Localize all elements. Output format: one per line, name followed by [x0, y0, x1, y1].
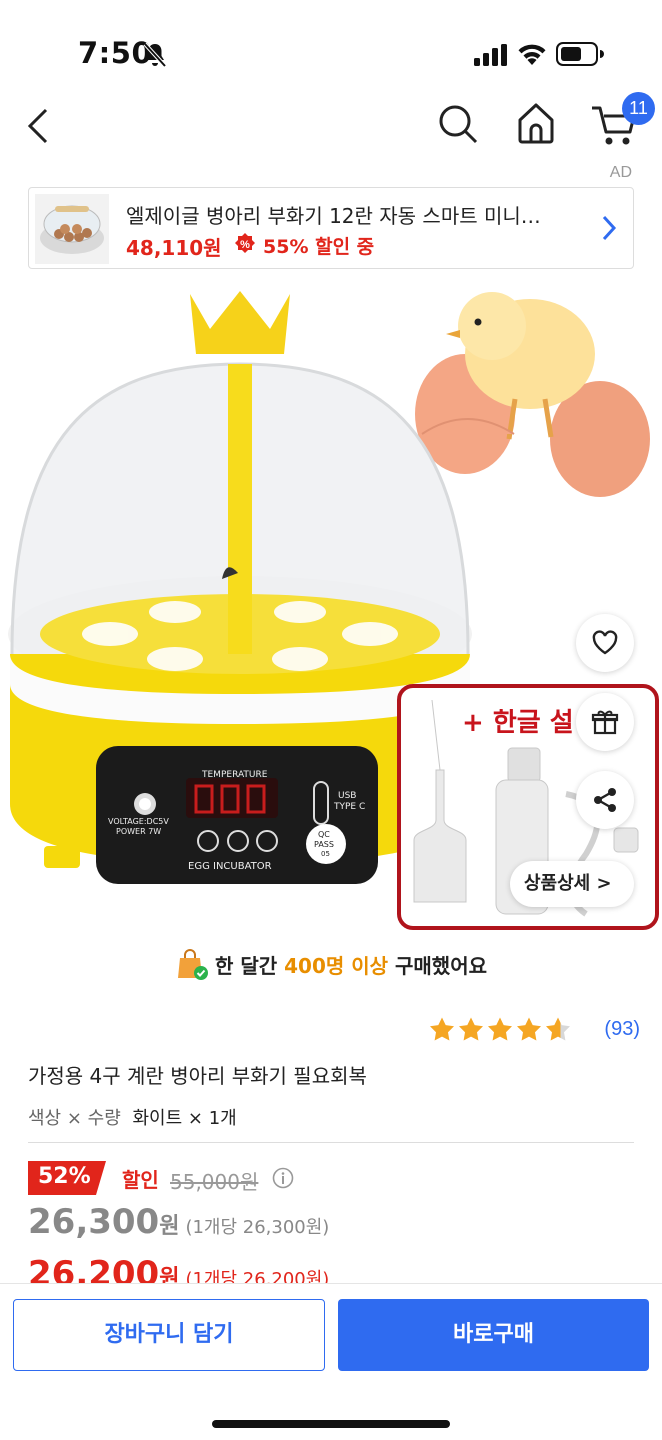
half-star-icon — [546, 1017, 570, 1041]
panel-model-label: EGG INCUBATOR — [188, 861, 272, 872]
price-won: 원 — [159, 1214, 180, 1239]
star-icon — [430, 1017, 454, 1041]
panel-temperature-label: TEMPERATURE — [202, 770, 268, 780]
product-detail-button[interactable]: 상품상세 > — [510, 861, 634, 907]
panel-usb-type-label: TYPE C — [334, 802, 366, 812]
buy-now-button[interactable]: 바로구매 — [338, 1299, 649, 1371]
svg-text:%: % — [240, 239, 250, 251]
option-value: 화이트 × 1개 — [132, 1108, 237, 1129]
ad-product-thumbnail — [35, 194, 109, 264]
wifi-icon — [516, 40, 548, 70]
wishlist-button[interactable] — [576, 614, 634, 672]
buyers-prefix: 한 달간 — [214, 954, 285, 978]
purchase-count-notice: 한 달간 400명 이상 구매했어요 — [0, 948, 662, 987]
star-icon — [459, 1017, 483, 1041]
option-label: 색상 × 수량 — [28, 1108, 121, 1129]
panel-usb-label: USB — [338, 791, 357, 801]
qc-mid-label: PASS — [314, 840, 334, 849]
qc-bot-label: 05 — [321, 850, 330, 858]
final-price-amount: 26,200 — [28, 1254, 160, 1284]
add-to-cart-button[interactable]: 장바구니 담기 — [13, 1299, 325, 1371]
status-time: 7:50 — [78, 36, 153, 70]
back-chevron-icon[interactable] — [22, 104, 58, 148]
price-row-final: 26,200원 (1개당 26,200원) — [28, 1254, 329, 1284]
option-row[interactable]: 색상 × 수량 화이트 × 1개 — [28, 1104, 237, 1130]
bottom-action-bar: 장바구니 담기 바로구매 — [0, 1283, 662, 1440]
discount-percent-icon: % — [234, 233, 256, 255]
ad-title: 엘제이글 병아리 부화기 12란 자동 스마트 미니… — [126, 204, 541, 228]
discount-label: 할인 — [122, 1168, 159, 1192]
search-icon[interactable] — [436, 102, 480, 146]
star-rating — [428, 1016, 574, 1048]
final-unit-price: (1개당 26,200원) — [185, 1269, 330, 1284]
shopping-bag-check-icon — [175, 948, 209, 987]
chick-illustration — [415, 292, 650, 497]
final-price-won: 원 — [159, 1266, 180, 1284]
home-indicator[interactable] — [212, 1420, 450, 1428]
top-nav — [0, 94, 662, 164]
overlay-heading: + 한글 설 — [462, 708, 574, 738]
star-icon — [517, 1017, 541, 1041]
buyers-suffix: 구매했어요 — [388, 954, 488, 978]
cart-count-badge: 11 — [622, 92, 655, 125]
divider — [28, 1142, 634, 1143]
home-icon[interactable] — [514, 100, 558, 146]
product-title: 가정용 4구 계란 병아리 부화기 필요회복 — [28, 1064, 367, 1088]
ad-banner[interactable]: 엘제이글 병아리 부화기 12란 자동 스마트 미니… 48,110원 % 55… — [28, 187, 634, 269]
discount-percent: 52% — [38, 1164, 91, 1189]
price-amount: 26,300 — [28, 1202, 160, 1242]
product-image[interactable]: + 한글 설 TEMPERATURE VOLTAGE:DC5V POWER 7W… — [0, 274, 662, 934]
info-icon[interactable] — [272, 1167, 294, 1193]
original-price: 55,000원 — [170, 1170, 259, 1194]
status-bar: 7:50 — [0, 0, 662, 100]
chevron-right-icon — [601, 214, 617, 246]
ad-label: AD — [609, 164, 632, 181]
discount-badge: 52% — [28, 1161, 106, 1195]
ad-price: 48,110원 — [126, 236, 222, 260]
buyers-highlight: 400명 이상 — [284, 954, 389, 978]
star-icon — [488, 1017, 512, 1041]
unit-price: (1개당 26,300원) — [185, 1217, 330, 1238]
panel-power-label: POWER 7W — [116, 827, 162, 836]
price-row-coupon: 26,300원 (1개당 26,300원) — [28, 1202, 329, 1242]
share-button[interactable] — [576, 771, 634, 829]
gift-button[interactable] — [576, 693, 634, 751]
ad-discount: 55% 할인 중 — [263, 236, 375, 258]
cellular-signal-icon — [474, 44, 508, 70]
review-count[interactable]: (93) — [604, 1018, 640, 1041]
bell-slash-icon — [143, 42, 167, 72]
battery-icon — [556, 41, 604, 71]
panel-voltage-label: VOLTAGE:DC5V — [108, 817, 169, 826]
qc-top-label: QC — [318, 830, 330, 839]
